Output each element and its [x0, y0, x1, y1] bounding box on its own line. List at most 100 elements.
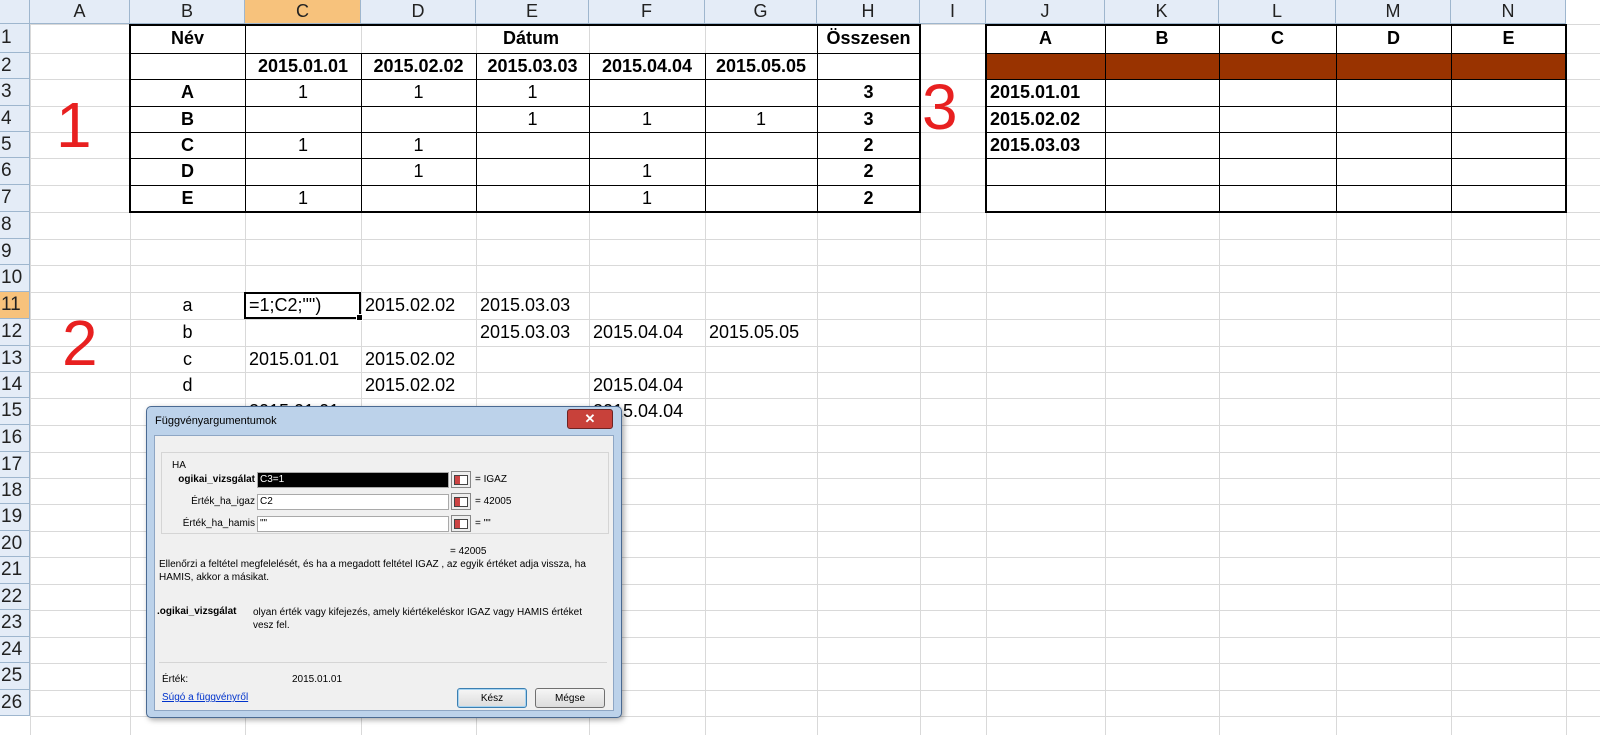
- date-header[interactable]: 2015.03.03: [476, 53, 589, 79]
- row-header-3[interactable]: 3: [0, 79, 30, 106]
- cancel-button[interactable]: Mégse: [535, 688, 605, 708]
- table2-cell[interactable]: 2015.01.01: [245, 346, 361, 372]
- select-all-corner[interactable]: [0, 0, 30, 24]
- table2-row-name[interactable]: b: [130, 319, 245, 346]
- table3-header[interactable]: C: [1219, 24, 1336, 53]
- header-osszesen[interactable]: Összesen: [817, 24, 920, 53]
- column-header-c[interactable]: C: [245, 0, 361, 24]
- collapse-dialog-button-2[interactable]: [451, 493, 471, 510]
- row-header-23[interactable]: 23: [0, 610, 30, 637]
- table-row-name[interactable]: C: [130, 132, 245, 158]
- ok-button[interactable]: Kész: [457, 688, 527, 708]
- table-cell[interactable]: 1: [361, 132, 476, 158]
- table-cell[interactable]: 1: [476, 106, 589, 132]
- row-header-5[interactable]: 5: [0, 132, 30, 158]
- row-header-14[interactable]: 14: [0, 372, 30, 398]
- column-header-i[interactable]: I: [920, 0, 986, 24]
- row-header-13[interactable]: 13: [0, 346, 30, 372]
- column-header-l[interactable]: L: [1219, 0, 1336, 24]
- row-header-22[interactable]: 22: [0, 584, 30, 610]
- table3-date[interactable]: 2015.02.02: [986, 106, 1105, 132]
- column-header-d[interactable]: D: [361, 0, 476, 24]
- table3-date[interactable]: 2015.01.01: [986, 79, 1105, 106]
- table2-row-name[interactable]: c: [130, 346, 245, 372]
- table2-cell[interactable]: 2015.04.04: [589, 372, 705, 398]
- table2-cell[interactable]: 2015.03.03: [476, 292, 589, 319]
- column-header-e[interactable]: E: [476, 0, 589, 24]
- row-header-17[interactable]: 17: [0, 452, 30, 478]
- table2-cell[interactable]: 2015.04.04: [589, 319, 705, 346]
- total-cell[interactable]: 3: [817, 106, 920, 132]
- active-cell-cursor[interactable]: [244, 292, 363, 321]
- column-header-f[interactable]: F: [589, 0, 705, 24]
- date-header[interactable]: 2015.02.02: [361, 53, 476, 79]
- table-cell[interactable]: 1: [705, 106, 817, 132]
- table2-row-name[interactable]: d: [130, 372, 245, 398]
- table-cell[interactable]: 1: [589, 106, 705, 132]
- table3-header[interactable]: D: [1336, 24, 1451, 53]
- header-datum[interactable]: Dátum: [245, 24, 817, 53]
- total-cell[interactable]: 2: [817, 158, 920, 185]
- row-header-20[interactable]: 20: [0, 531, 30, 557]
- collapse-dialog-button-3[interactable]: [451, 515, 471, 532]
- table-row-name[interactable]: B: [130, 106, 245, 132]
- row-header-15[interactable]: 15: [0, 398, 30, 425]
- row-header-16[interactable]: 16: [0, 425, 30, 452]
- row-header-24[interactable]: 24: [0, 637, 30, 663]
- table3-header[interactable]: E: [1451, 24, 1566, 53]
- row-header-12[interactable]: 12: [0, 319, 30, 346]
- row-header-2[interactable]: 2: [0, 53, 30, 79]
- table2-cell[interactable]: 2015.02.02: [361, 292, 476, 319]
- row-header-26[interactable]: 26: [0, 690, 30, 716]
- table-cell[interactable]: 1: [361, 158, 476, 185]
- row-header-9[interactable]: 9: [0, 239, 30, 265]
- close-button[interactable]: ✕: [567, 409, 613, 429]
- table3-date[interactable]: 2015.03.03: [986, 132, 1105, 158]
- column-header-h[interactable]: H: [817, 0, 920, 24]
- row-header-4[interactable]: 4: [0, 106, 30, 132]
- column-header-j[interactable]: J: [986, 0, 1105, 24]
- table-cell[interactable]: 1: [245, 132, 361, 158]
- table2-cell[interactable]: 2015.02.02: [361, 346, 476, 372]
- row-header-1[interactable]: 1: [0, 24, 30, 53]
- total-cell[interactable]: 2: [817, 132, 920, 158]
- column-header-k[interactable]: K: [1105, 0, 1219, 24]
- table2-cell[interactable]: 2015.02.02: [361, 372, 476, 398]
- row-header-19[interactable]: 19: [0, 504, 30, 531]
- table2-cell[interactable]: 2015.03.03: [476, 319, 589, 346]
- column-header-b[interactable]: B: [130, 0, 245, 24]
- table3-header[interactable]: A: [986, 24, 1105, 53]
- date-header[interactable]: 2015.01.01: [245, 53, 361, 79]
- row-header-21[interactable]: 21: [0, 557, 30, 584]
- column-header-g[interactable]: G: [705, 0, 817, 24]
- row-header-6[interactable]: 6: [0, 158, 30, 185]
- arg-input-logical-test[interactable]: C3=1: [257, 472, 449, 488]
- total-cell[interactable]: 2: [817, 185, 920, 212]
- table-row-name[interactable]: D: [130, 158, 245, 185]
- row-header-18[interactable]: 18: [0, 478, 30, 504]
- column-header-n[interactable]: N: [1451, 0, 1566, 24]
- table3-header[interactable]: B: [1105, 24, 1219, 53]
- date-header[interactable]: 2015.04.04: [589, 53, 705, 79]
- row-header-25[interactable]: 25: [0, 663, 30, 690]
- table-cell[interactable]: 1: [589, 158, 705, 185]
- help-link[interactable]: Súgó a függvényről: [162, 692, 248, 703]
- header-nev[interactable]: Név: [130, 24, 245, 53]
- collapse-dialog-button-1[interactable]: [451, 471, 471, 488]
- table2-row-name[interactable]: a: [130, 292, 245, 319]
- row-header-8[interactable]: 8: [0, 212, 30, 239]
- table-cell[interactable]: 1: [245, 79, 361, 106]
- dialog-titlebar[interactable]: Függvényargumentumok ✕: [147, 407, 621, 435]
- column-header-a[interactable]: A: [30, 0, 130, 24]
- table-row-name[interactable]: E: [130, 185, 245, 212]
- table-cell[interactable]: 1: [245, 185, 361, 212]
- row-header-10[interactable]: 10: [0, 265, 30, 292]
- table-cell[interactable]: 1: [476, 79, 589, 106]
- fill-handle[interactable]: [356, 314, 363, 321]
- total-cell[interactable]: 3: [817, 79, 920, 106]
- table-cell[interactable]: 1: [361, 79, 476, 106]
- arg-input-value-if-true[interactable]: C2: [257, 494, 449, 510]
- table-row-name[interactable]: A: [130, 79, 245, 106]
- table2-cell[interactable]: 2015.05.05: [705, 319, 817, 346]
- arg-input-value-if-false[interactable]: "": [257, 516, 449, 532]
